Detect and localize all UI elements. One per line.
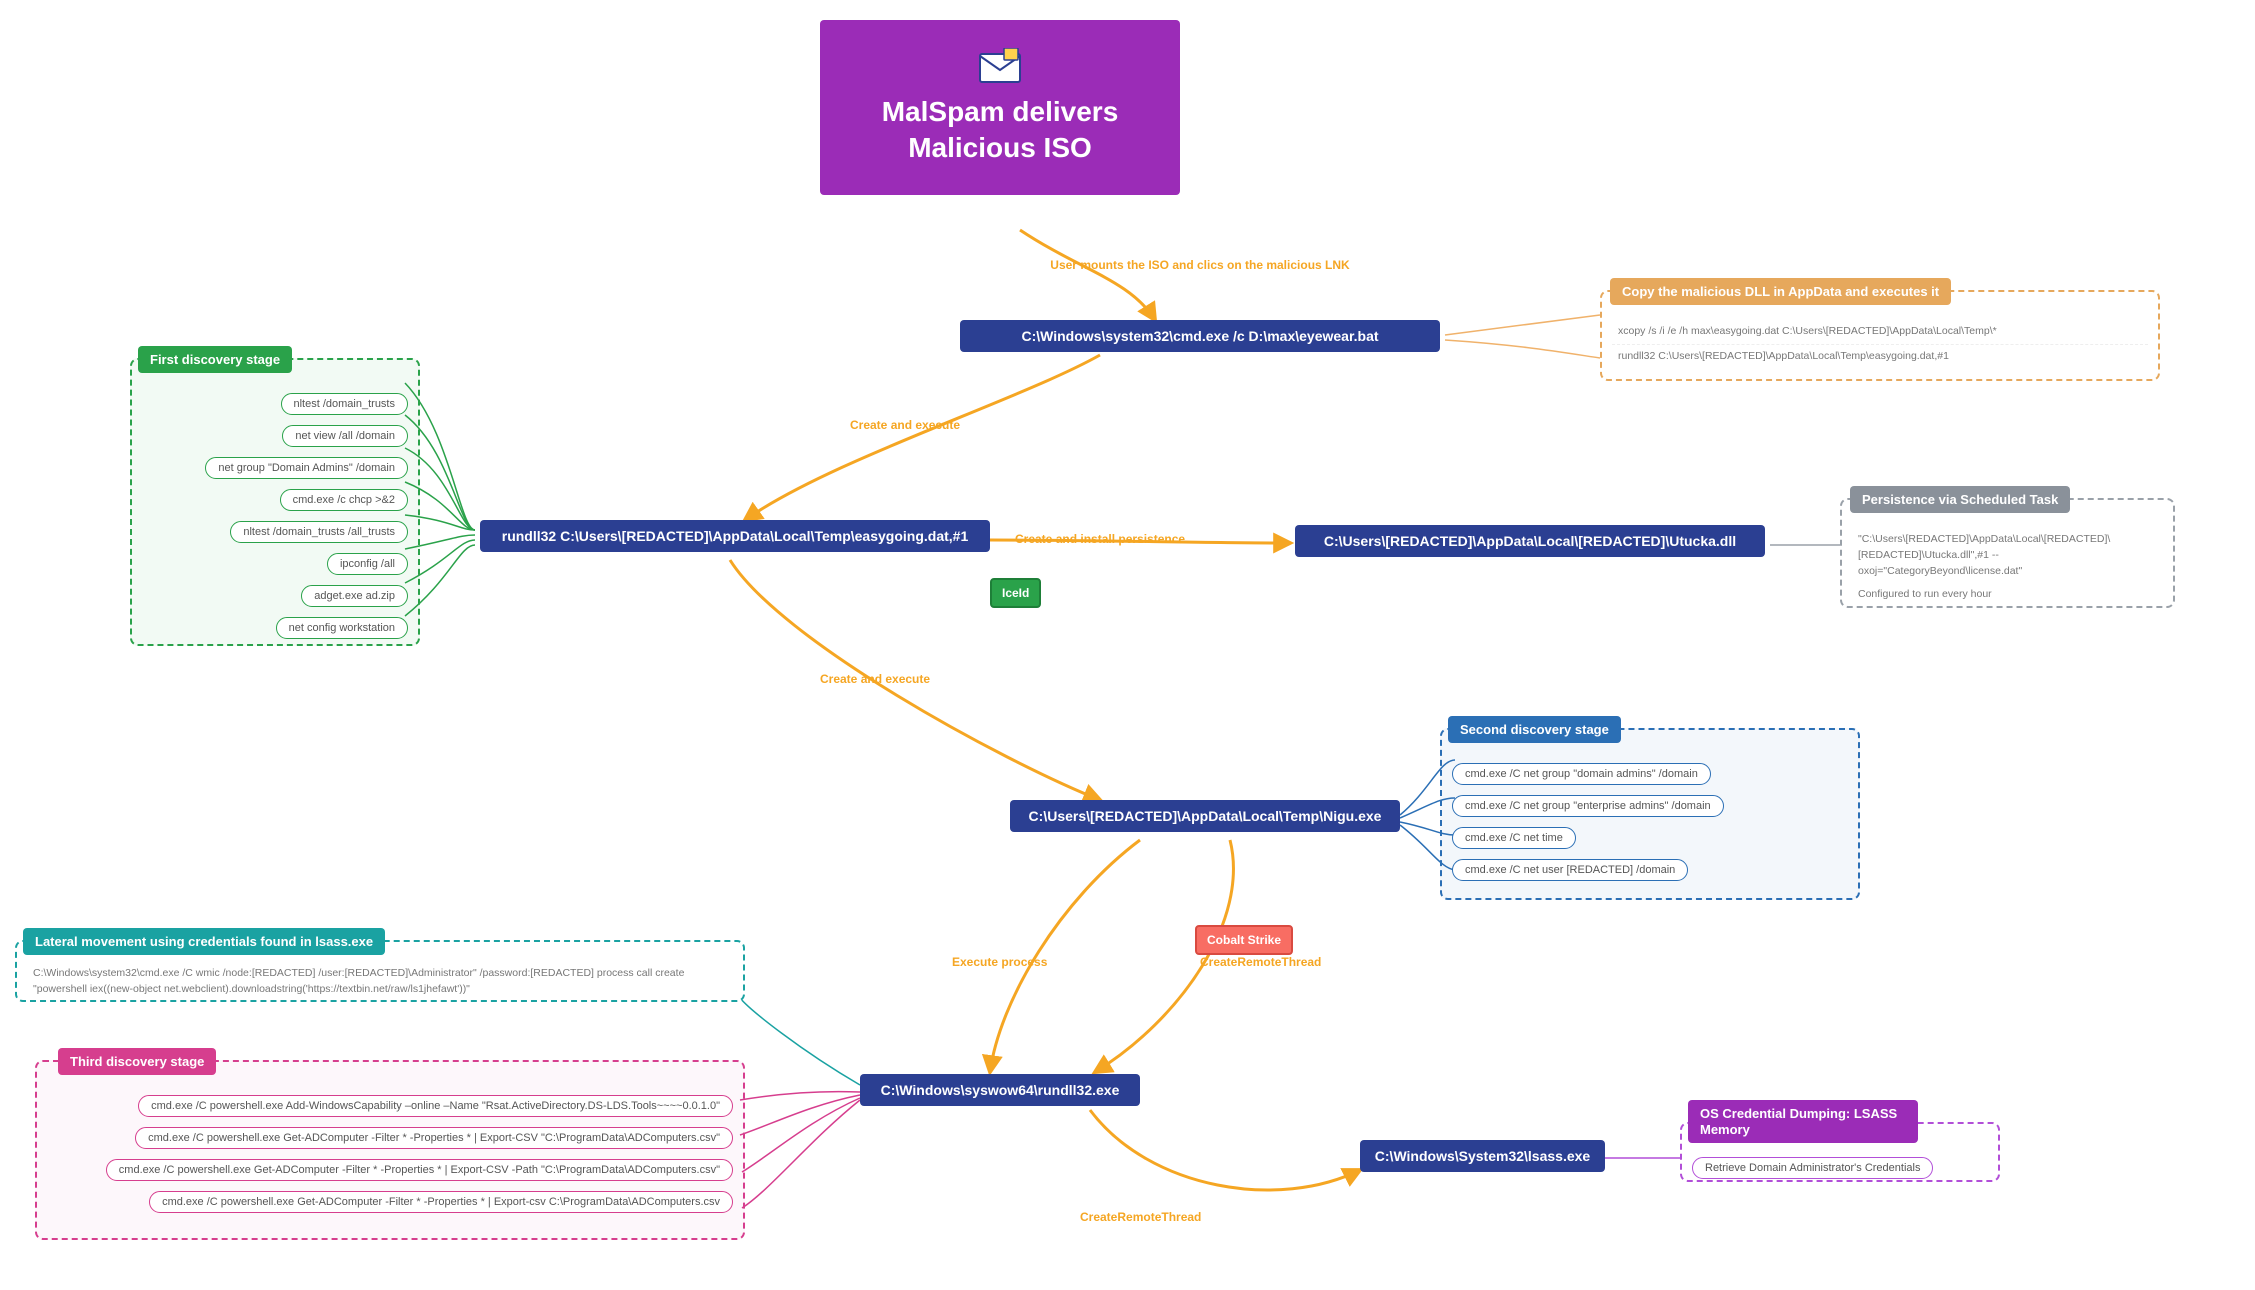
- badge-cobalt: Cobalt Strike: [1195, 925, 1293, 955]
- first-discovery-item-2: net group "Domain Admins" /domain: [205, 457, 408, 479]
- group-lateral-title: Lateral movement using credentials found…: [23, 928, 385, 955]
- first-discovery-item-1: net view /all /domain: [282, 425, 408, 447]
- third-discovery-list: cmd.exe /C powershell.exe Add-WindowsCap…: [47, 1090, 733, 1218]
- badge-iceid: IceId: [990, 578, 1041, 608]
- cred-dump-text: Retrieve Domain Administrator's Credenti…: [1692, 1157, 1933, 1179]
- group-cred-dump-title: OS Credential Dumping: LSASS Memory: [1688, 1100, 1918, 1143]
- persistence-line1: "C:\Users\[REDACTED]\AppData\Local\[REDA…: [1852, 528, 2163, 583]
- node-nigu[interactable]: C:\Users\[REDACTED]\AppData\Local\Temp\N…: [1010, 800, 1400, 832]
- group-first-discovery-title: First discovery stage: [138, 346, 292, 373]
- mail-icon: [978, 48, 1022, 84]
- second-discovery-item-3: cmd.exe /C net user [REDACTED] /domain: [1452, 859, 1688, 881]
- first-discovery-list: nltest /domain_trusts net view /all /dom…: [142, 388, 408, 644]
- second-discovery-item-0: cmd.exe /C net group "domain admins" /do…: [1452, 763, 1711, 785]
- group-copy-dll-title: Copy the malicious DLL in AppData and ex…: [1610, 278, 1951, 305]
- first-discovery-item-3: cmd.exe /c chcp >&2: [280, 489, 408, 511]
- edge-label-create-execute-2: Create and execute: [820, 672, 930, 686]
- first-discovery-item-7: net config workstation: [276, 617, 408, 639]
- first-discovery-item-5: ipconfig /all: [327, 553, 408, 575]
- node-rundll-easygoing[interactable]: rundll32 C:\Users\[REDACTED]\AppData\Loc…: [480, 520, 990, 552]
- copy-dll-item-0: xcopy /s /i /e /h max\easygoing.dat C:\U…: [1612, 320, 2148, 345]
- edge-label-mount: User mounts the ISO and clics on the mal…: [1040, 258, 1360, 272]
- edge-label-persistence: Create and install persistence: [1015, 532, 1185, 546]
- first-discovery-item-4: nltest /domain_trusts /all_trusts: [230, 521, 408, 543]
- third-discovery-item-3: cmd.exe /C powershell.exe Get-ADComputer…: [149, 1191, 733, 1213]
- group-third-discovery: cmd.exe /C powershell.exe Add-WindowsCap…: [35, 1060, 745, 1240]
- group-second-discovery: cmd.exe /C net group "domain admins" /do…: [1440, 728, 1860, 900]
- root-title-line2: Malicious ISO: [868, 130, 1132, 166]
- first-discovery-item-6: adget.exe ad.zip: [301, 585, 408, 607]
- edge-label-createremotethread-2: CreateRemoteThread: [1080, 1210, 1201, 1224]
- third-discovery-item-1: cmd.exe /C powershell.exe Get-ADComputer…: [135, 1127, 733, 1149]
- root-title-line1: MalSpam delivers: [868, 94, 1132, 130]
- node-utucka[interactable]: C:\Users\[REDACTED]\AppData\Local\[REDAC…: [1295, 525, 1765, 557]
- node-syswow-rundll[interactable]: C:\Windows\syswow64\rundll32.exe: [860, 1074, 1140, 1106]
- second-discovery-item-1: cmd.exe /C net group "enterprise admins"…: [1452, 795, 1724, 817]
- group-persistence-title: Persistence via Scheduled Task: [1850, 486, 2070, 513]
- edge-label-create-execute-1: Create and execute: [850, 418, 960, 432]
- edge-label-createremotethread-1: CreateRemoteThread: [1200, 955, 1321, 969]
- root-node[interactable]: MalSpam delivers Malicious ISO: [820, 20, 1180, 195]
- group-first-discovery: nltest /domain_trusts net view /all /dom…: [130, 358, 420, 646]
- copy-dll-item-1: rundll32 C:\Users\[REDACTED]\AppData\Loc…: [1612, 345, 2148, 369]
- node-lsass[interactable]: C:\Windows\System32\lsass.exe: [1360, 1140, 1605, 1172]
- third-discovery-item-2: cmd.exe /C powershell.exe Get-ADComputer…: [106, 1159, 733, 1181]
- group-persistence: "C:\Users\[REDACTED]\AppData\Local\[REDA…: [1840, 498, 2175, 608]
- persistence-line2: Configured to run every hour: [1852, 583, 2163, 607]
- second-discovery-list: cmd.exe /C net group "domain admins" /do…: [1452, 758, 1848, 886]
- edge-label-execute-process: Execute process: [952, 955, 1047, 969]
- first-discovery-item-0: nltest /domain_trusts: [281, 393, 409, 415]
- third-discovery-item-0: cmd.exe /C powershell.exe Add-WindowsCap…: [138, 1095, 733, 1117]
- group-second-discovery-title: Second discovery stage: [1448, 716, 1621, 743]
- second-discovery-item-2: cmd.exe /C net time: [1452, 827, 1576, 849]
- group-third-discovery-title: Third discovery stage: [58, 1048, 216, 1075]
- lateral-text: C:\Windows\system32\cmd.exe /C wmic /nod…: [27, 962, 733, 1002]
- node-cmd-bat[interactable]: C:\Windows\system32\cmd.exe /c D:\max\ey…: [960, 320, 1440, 352]
